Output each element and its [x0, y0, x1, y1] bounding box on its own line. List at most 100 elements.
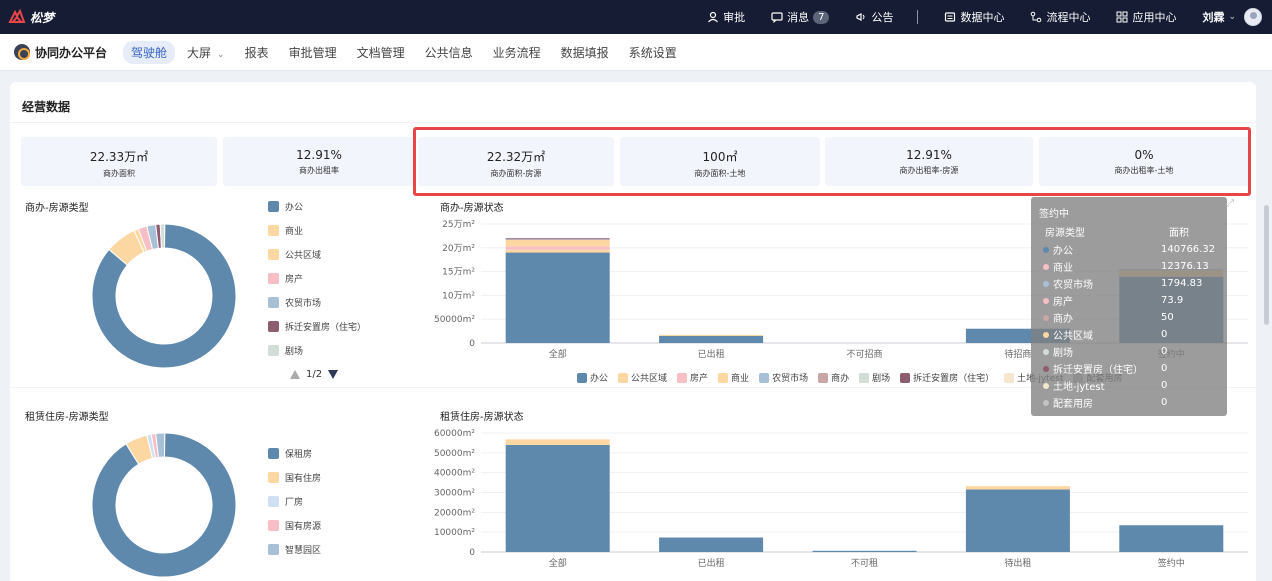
tooltip-row-label: 农贸市场	[1053, 280, 1093, 291]
tooltip-row-label: 拆迁安置房（住宅）	[1053, 365, 1143, 376]
bar-segment	[505, 444, 610, 552]
y-tick-label: 20万m²	[442, 244, 475, 254]
y-tick-label: 25万m²	[442, 220, 475, 230]
legend-swatch	[577, 372, 587, 383]
tooltip-row-value: 0	[1161, 346, 1168, 357]
tooltip-row-label: 公共区域	[1053, 331, 1093, 342]
x-tick-label: 待出租	[1004, 557, 1031, 569]
y-tick-label: 10万m²	[442, 291, 475, 301]
y-tick-label: 15万m²	[442, 268, 475, 278]
y-tick-label: 40000m²	[434, 469, 475, 479]
bar-legend-item[interactable]: 剧场	[859, 371, 890, 384]
legend-label: 公共区域	[631, 374, 668, 384]
tooltip-dot	[1043, 331, 1049, 338]
legend-label: 拆迁安置房（住宅）	[913, 374, 995, 384]
tooltip-row-label: 配套用房	[1053, 399, 1093, 410]
tooltip-row: 办公 140766.32	[1039, 241, 1219, 258]
tooltip-dot	[1043, 263, 1049, 270]
tooltip-row: 农贸市场 1794.83	[1039, 275, 1219, 292]
tooltip-row: 拆迁安置房（住宅） 0	[1039, 360, 1219, 377]
legend-swatch	[900, 372, 911, 383]
legend-label: 农贸市场	[772, 374, 809, 384]
y-tick-label: 0	[469, 339, 475, 349]
bar-legend-item[interactable]: 农贸市场	[759, 371, 808, 384]
legend-swatch	[1004, 372, 1015, 383]
tooltip-dot	[1043, 348, 1049, 355]
x-tick-label: 全部	[549, 348, 567, 360]
bar-legend-item[interactable]: 商业	[718, 371, 749, 384]
tooltip-row-value: 1794.83	[1161, 278, 1203, 289]
legend-swatch	[759, 372, 770, 383]
legend-swatch	[718, 372, 729, 383]
y-tick-label: 30000m²	[434, 489, 475, 499]
tooltip-row: 配套用房 0	[1039, 394, 1219, 411]
bar-legend-item[interactable]: 房产	[677, 371, 708, 384]
tooltip-row-value: 12376.13	[1161, 261, 1209, 272]
bar-segment	[659, 335, 764, 343]
tooltip-row-value: 0	[1161, 363, 1168, 374]
tooltip-row: 剧场 0	[1039, 343, 1219, 360]
legend-swatch	[818, 372, 829, 383]
tooltip-row-value: 73.9	[1161, 295, 1184, 306]
legend-label: 商办	[831, 374, 850, 384]
bar-segment	[505, 246, 610, 250]
bar-legend-item[interactable]: 办公	[577, 371, 608, 384]
bar-segment	[1119, 525, 1224, 552]
tooltip-dot	[1043, 365, 1049, 372]
bar-segment	[659, 334, 764, 336]
legend-swatch	[677, 372, 688, 383]
legend-label: 房产	[690, 374, 709, 384]
tooltip-row-label: 商办	[1053, 314, 1073, 325]
pie-slice	[159, 223, 166, 249]
bar-segment	[505, 439, 610, 445]
tooltip-row: 土地-jytest 0	[1039, 377, 1219, 394]
y-tick-label: 20000m²	[434, 508, 475, 518]
x-tick-label: 全部	[549, 557, 567, 569]
bar-segment	[812, 550, 917, 552]
x-tick-label: 已出租	[698, 557, 725, 569]
legend-label: 办公	[590, 374, 609, 384]
legend-label: 剧场	[872, 374, 891, 384]
x-tick-label: 不可租	[851, 558, 878, 569]
y-tick-label: 50000m²	[434, 315, 475, 325]
bar-segment	[505, 239, 610, 247]
expand-icon[interactable]: ⤢	[1226, 198, 1234, 209]
tooltip-row-value: 140766.32	[1161, 244, 1216, 255]
tooltip-title: 签约中	[1039, 209, 1069, 220]
tooltip-row-value: 50	[1161, 312, 1174, 323]
tooltip-header: 房源类型 面积	[1039, 224, 1219, 239]
y-tick-label: 0	[469, 548, 475, 558]
tooltip-row: 商业 12376.13	[1039, 258, 1219, 275]
tooltip-dot	[1043, 382, 1049, 389]
bar-legend-item[interactable]: 拆迁安置房（住宅）	[900, 371, 994, 384]
tooltip-row: 公共区域 0	[1039, 326, 1219, 343]
scrollbar[interactable]	[1264, 205, 1269, 325]
legend-swatch	[859, 372, 870, 383]
tooltip-dot	[1043, 280, 1049, 287]
chart-tooltip: 签约中 房源类型 面积 办公 140766.32 商业 12376.13 农贸市场 179…	[1031, 197, 1227, 416]
bar-segment	[965, 489, 1070, 552]
x-tick-label: 签约中	[1158, 557, 1185, 569]
tooltip-row: 商办 50	[1039, 309, 1219, 326]
tooltip-col2: 面积	[1169, 228, 1189, 239]
tooltip-row-label: 房产	[1053, 297, 1073, 308]
y-tick-label: 10000m²	[434, 528, 475, 538]
tooltip-row-label: 土地-jytest	[1053, 382, 1105, 393]
bar-segment	[965, 486, 1070, 490]
tooltip-dot	[1043, 314, 1049, 321]
bar-segment	[505, 252, 610, 343]
bar-segment	[505, 249, 610, 253]
bar-legend-item[interactable]: 公共区域	[618, 371, 667, 384]
legend-label: 商业	[731, 374, 750, 384]
tooltip-dot	[1043, 399, 1049, 406]
x-tick-label: 已出租	[698, 348, 725, 360]
tooltip-dot	[1043, 246, 1049, 253]
y-tick-label: 60000m²	[434, 429, 475, 439]
x-tick-label: 待招商	[1004, 348, 1031, 360]
tooltip-row-label: 剧场	[1053, 348, 1073, 359]
tooltip-row-label: 办公	[1053, 246, 1073, 257]
x-tick-label: 不可招商	[846, 348, 882, 360]
tooltip-row-value: 0	[1161, 397, 1168, 408]
bar-legend-item[interactable]: 商办	[818, 371, 849, 384]
tooltip-row: 房产 73.9	[1039, 292, 1219, 309]
